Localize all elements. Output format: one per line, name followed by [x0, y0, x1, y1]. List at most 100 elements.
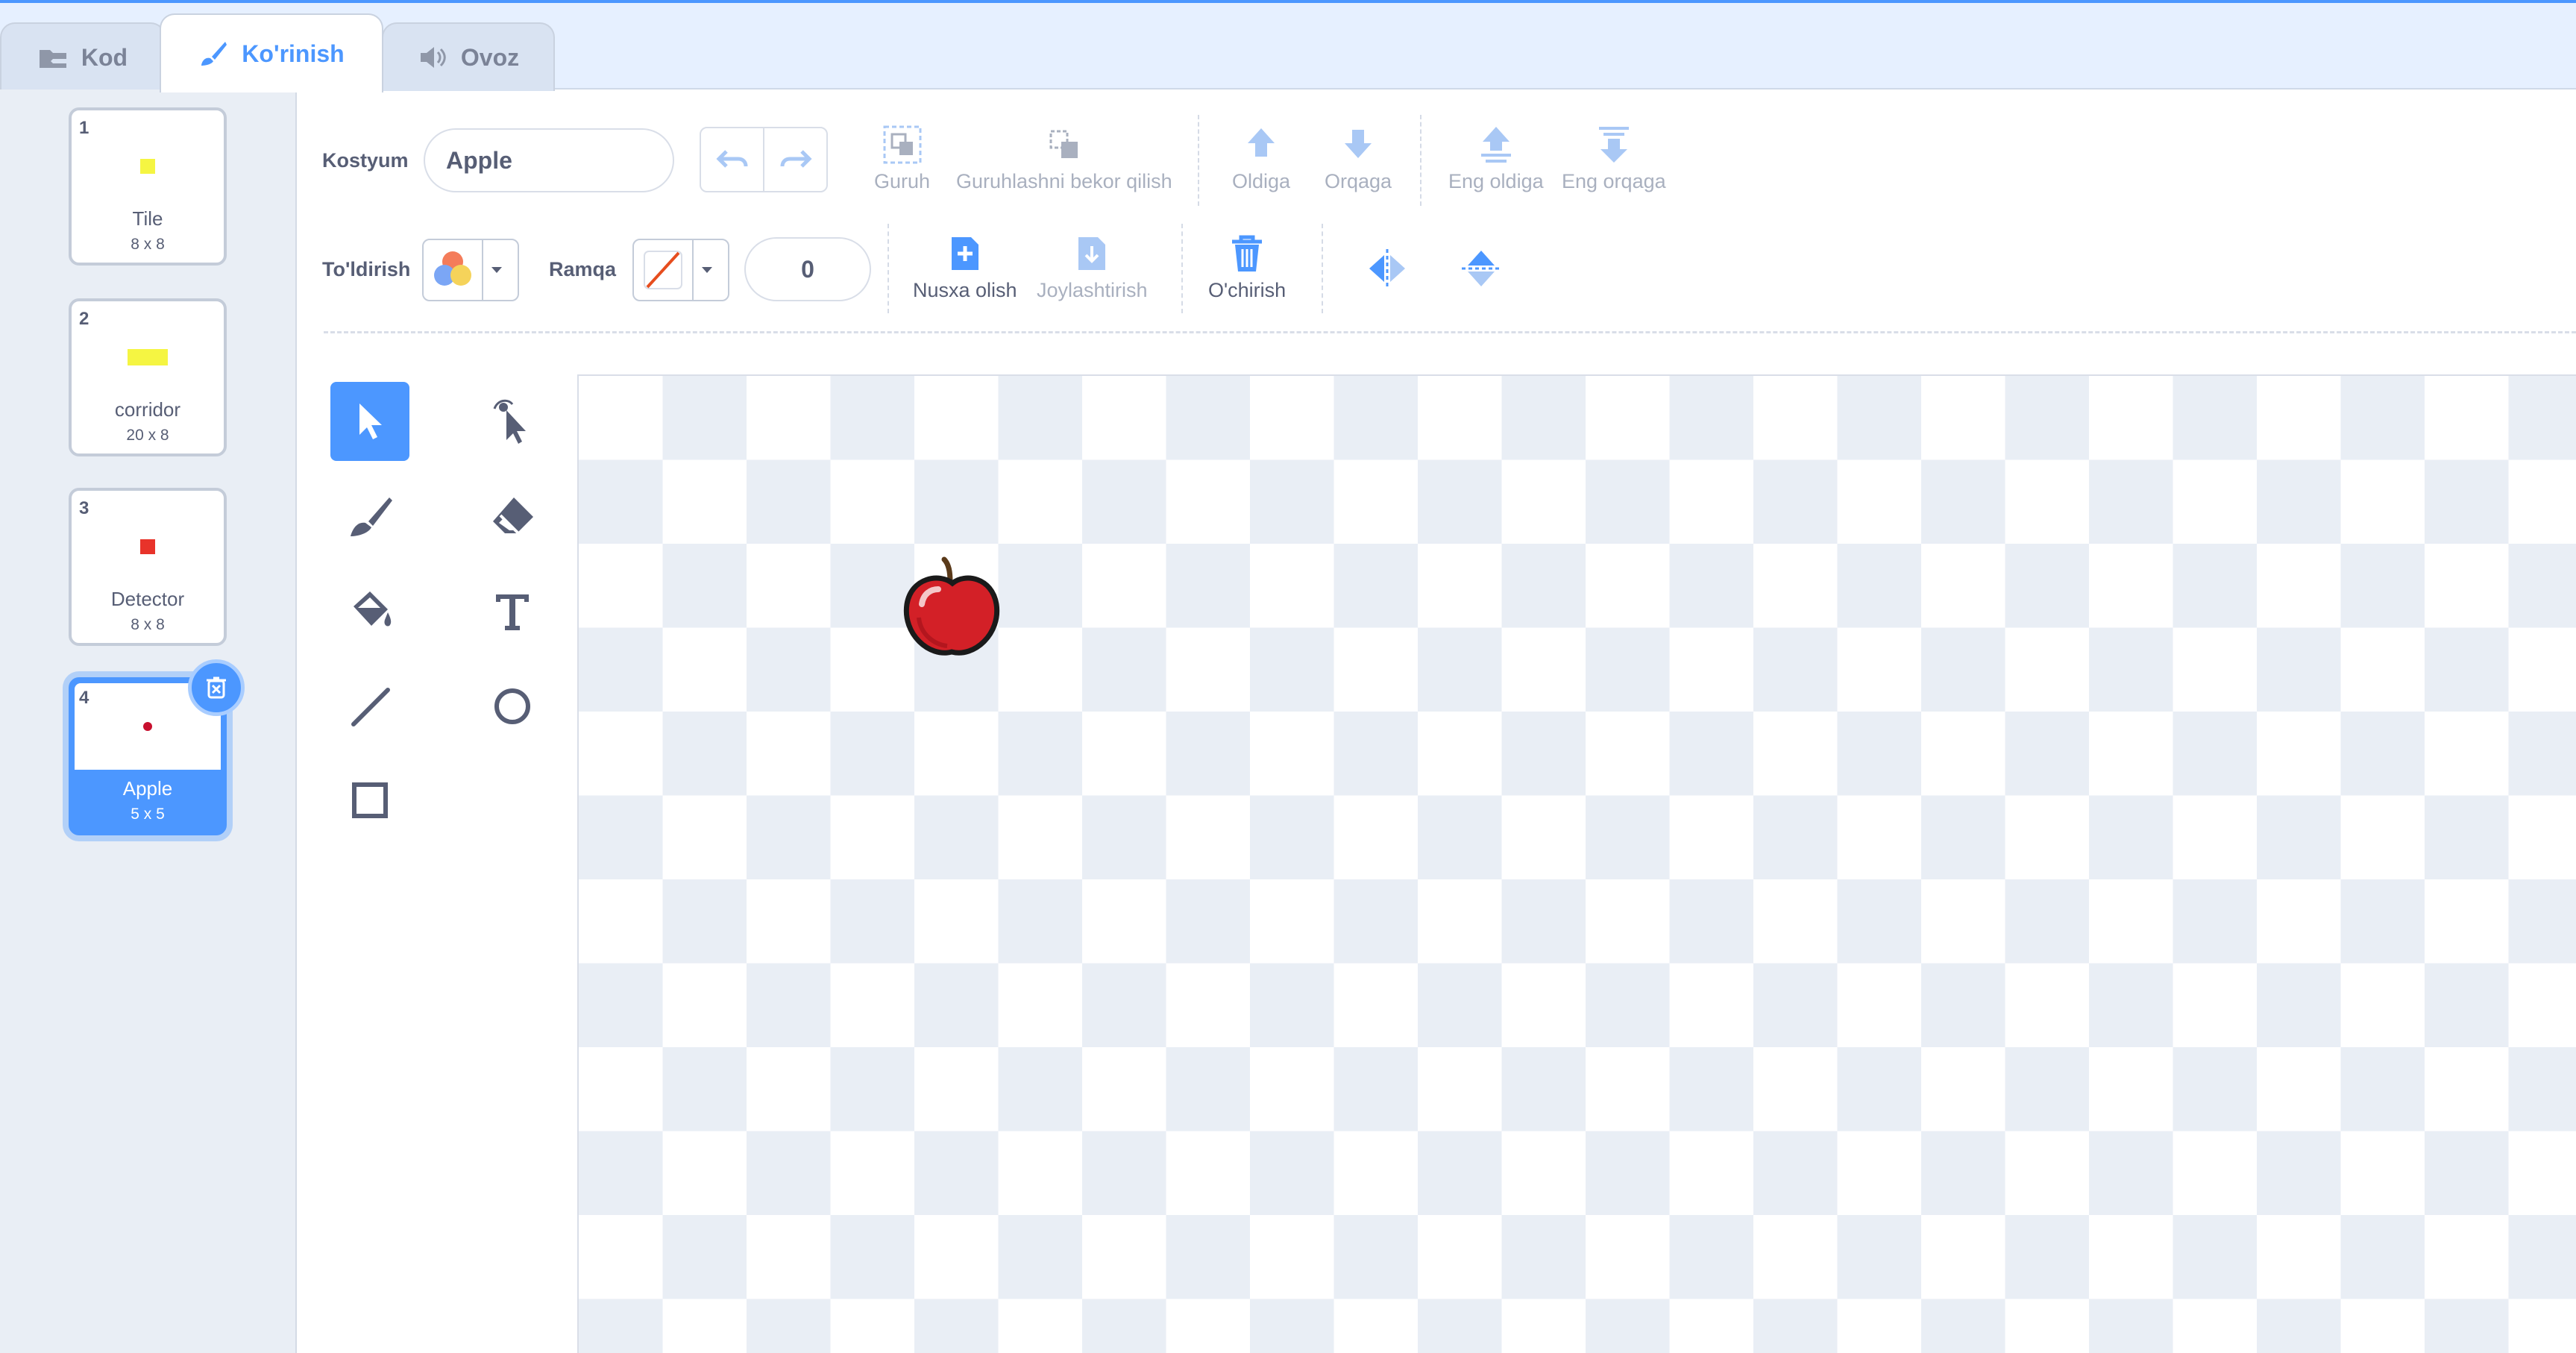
costume-list: 1 Tile 8 x 8 2 corridor 20 x 8 3 Detecto… [0, 90, 297, 1353]
group-label: Guruh [874, 170, 931, 192]
fill-bucket-icon [354, 591, 392, 627]
paste-icon [1078, 237, 1106, 270]
line-icon [351, 688, 390, 726]
outline-width-input[interactable] [744, 237, 871, 301]
tab-costumes[interactable]: Ko'rinish [160, 13, 383, 92]
redo-icon [780, 150, 812, 168]
text-tool[interactable] [473, 571, 552, 650]
tab-code[interactable]: Kod [0, 22, 166, 91]
speaker-icon [420, 47, 446, 68]
costume-size: 5 x 5 [131, 806, 165, 823]
code-blocks-icon [39, 50, 66, 68]
fill-color-picker[interactable] [422, 239, 519, 301]
text-icon [496, 594, 529, 630]
back-button[interactable]: Eng orqaga [1562, 124, 1666, 193]
caret-down-icon [491, 267, 502, 273]
paintbrush-icon [201, 42, 227, 66]
ungroup-button[interactable]: Guruhlashni bekor qilish [956, 124, 1172, 193]
backward-button[interactable]: Orqaga [1325, 124, 1392, 193]
costume-size: 8 x 8 [131, 616, 165, 633]
undo-icon [715, 150, 747, 168]
separator [1181, 224, 1183, 313]
reshape-icon [493, 399, 526, 444]
trash-icon [1232, 235, 1263, 271]
select-tool[interactable] [330, 382, 409, 461]
reshape-tool[interactable] [473, 382, 552, 461]
caret-down-icon [702, 267, 712, 273]
trash-close-icon [207, 676, 226, 699]
brush-icon [351, 497, 392, 536]
forward-icon [1248, 128, 1275, 157]
outline-label: Ramqa [549, 258, 617, 280]
group-icon [883, 125, 922, 164]
copy-button[interactable]: Nusxa olish [913, 233, 1017, 302]
costume-item-corridor[interactable]: 2 corridor 20 x 8 [69, 298, 227, 456]
select-arrow-icon [359, 404, 382, 439]
costume-item-detector[interactable]: 3 Detector 8 x 8 [69, 488, 227, 646]
delete-label: O'chirish [1208, 279, 1287, 301]
copy-label: Nusxa olish [913, 279, 1017, 301]
outline-swatch [634, 240, 694, 300]
fill-tool[interactable] [330, 571, 409, 650]
front-button[interactable]: Eng oldiga [1448, 124, 1544, 193]
apple-icon [903, 556, 1000, 656]
costume-thumbnail [72, 506, 224, 588]
rectangle-tool[interactable] [330, 761, 409, 840]
separator [1322, 224, 1323, 313]
outline-color-picker[interactable] [632, 239, 729, 301]
line-tool[interactable] [330, 667, 409, 746]
paste-label: Joylashtirish [1037, 279, 1148, 301]
bring-to-front-icon [1480, 127, 1511, 163]
undo-redo-group [700, 127, 828, 192]
forward-label: Oldiga [1232, 170, 1291, 192]
forward-button[interactable]: Oldiga [1232, 124, 1290, 193]
costume-name-label: Kostyum [322, 149, 409, 172]
toolbar-divider [324, 331, 2576, 333]
tab-costumes-label: Ko'rinish [242, 40, 345, 67]
eraser-tool[interactable] [473, 477, 552, 556]
separator [1420, 115, 1421, 206]
tab-bar: Kod Ko'rinish Ovoz [0, 3, 2576, 92]
costume-name-input[interactable] [424, 128, 674, 192]
redo-button[interactable] [764, 128, 826, 191]
apple-graphic[interactable] [901, 556, 1004, 665]
send-to-back-icon [1598, 127, 1629, 163]
back-label: Eng orqaga [1562, 170, 1666, 192]
costume-name: Tile [132, 207, 163, 230]
fill-label: To'ldirish [322, 258, 411, 280]
costume-thumbnail [72, 125, 224, 207]
tab-code-label: Kod [81, 43, 128, 71]
flip-vertical-icon [1462, 251, 1501, 286]
flip-vertical-button[interactable] [1459, 246, 1504, 295]
fill-dropdown[interactable] [483, 240, 510, 300]
front-label: Eng oldiga [1448, 170, 1544, 192]
costume-name: corridor [114, 398, 181, 421]
backward-label: Orqaga [1325, 170, 1392, 192]
brush-tool[interactable] [330, 477, 409, 556]
costume-size: 8 x 8 [131, 236, 165, 253]
flip-horizontal-icon [1369, 249, 1405, 288]
costume-size: 20 x 8 [126, 427, 169, 444]
rectangle-icon [352, 782, 388, 818]
circle-icon [494, 688, 530, 724]
costume-name: Apple [122, 777, 173, 800]
tab-sounds[interactable]: Ovoz [382, 22, 555, 91]
undo-button[interactable] [701, 128, 764, 191]
paste-button[interactable]: Joylashtirish [1037, 233, 1148, 302]
circle-tool[interactable] [473, 667, 552, 746]
no-color-icon [644, 251, 682, 289]
ungroup-label: Guruhlashni bekor qilish [956, 170, 1172, 192]
delete-costume-button[interactable] [188, 659, 245, 716]
outline-dropdown[interactable] [694, 240, 720, 300]
group-button[interactable]: Guruh [874, 124, 930, 193]
costume-item-tile[interactable]: 1 Tile 8 x 8 [69, 107, 227, 266]
costume-number: 4 [79, 688, 89, 708]
ungroup-icon [1049, 130, 1078, 158]
paint-canvas[interactable] [577, 374, 2576, 1353]
delete-button[interactable]: O'chirish [1208, 233, 1286, 302]
separator [1198, 115, 1199, 206]
costume-thumbnail [72, 316, 224, 398]
separator [888, 224, 889, 313]
flip-horizontal-button[interactable] [1365, 246, 1410, 295]
copy-icon [951, 237, 978, 270]
